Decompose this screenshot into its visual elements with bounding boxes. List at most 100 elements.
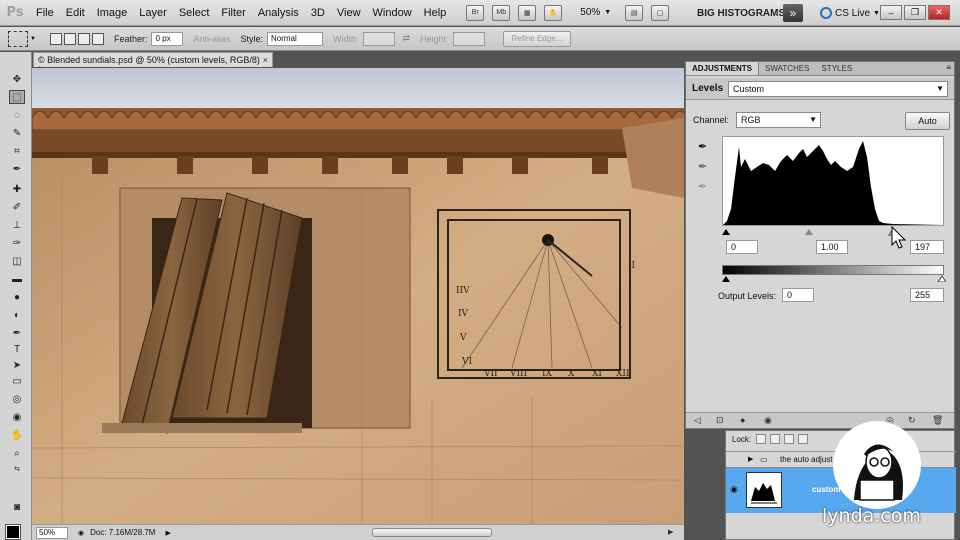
eyedropper-tool-icon[interactable]: ✒ [9,162,25,176]
path-select-tool-icon[interactable]: ➤ [9,358,25,372]
dodge-tool-icon[interactable]: ◐ [9,308,25,322]
menu-filter[interactable]: Filter [215,7,251,19]
visibility-eye-icon[interactable]: ◉ [764,415,778,427]
height-input[interactable] [452,31,485,46]
trash-icon[interactable]: 🗑 [932,415,946,427]
quick-select-tool-icon[interactable]: ✎ [9,126,25,140]
minimize-button[interactable]: ‒ [880,5,902,20]
visibility-eye-icon[interactable]: ◉ [730,484,738,495]
crop-tool-icon[interactable]: ⌗ [9,144,25,158]
svg-text:IV: IV [458,309,469,319]
menu-layer[interactable]: Layer [133,7,173,19]
new-selection-icon[interactable] [49,32,62,45]
3d-orbit-tool-icon[interactable]: ◉ [9,410,25,424]
arrange-documents-icon[interactable]: ▤ [625,4,644,21]
panel-menu-icon[interactable]: ≡ [946,63,951,72]
width-input[interactable] [362,31,395,46]
3d-rotate-tool-icon[interactable]: ◎ [9,392,25,406]
menu-help[interactable]: Help [418,7,453,19]
workspace-name[interactable]: BIG HISTOGRAMS [697,8,785,19]
hand-tool-icon[interactable]: ✋ [9,428,25,442]
eraser-tool-icon[interactable]: ◫ [9,254,25,268]
marquee-tool-icon[interactable]: ⬚ [9,90,25,104]
lasso-tool-icon[interactable]: ◌ [9,108,25,122]
menu-file[interactable]: File [30,7,60,19]
expand-arrow-icon[interactable]: ▶ [748,455,753,463]
add-selection-icon[interactable] [63,32,76,45]
close-tab-icon[interactable]: × [263,55,268,65]
screen-mode-icon[interactable]: ▢ [651,4,670,21]
menu-image[interactable]: Image [91,7,134,19]
menu-analysis[interactable]: Analysis [252,7,305,19]
menu-edit[interactable]: Edit [60,7,91,19]
foreground-color-swatch[interactable] [5,524,21,540]
scroll-right-icon[interactable]: ▶ [668,528,680,538]
pen-tool-icon[interactable]: ✒ [9,326,25,340]
zoom-tool-icon[interactable]: ⌕ [9,446,25,460]
swap-colors-icon[interactable]: ⇆ [9,462,25,476]
white-point-eyedropper-icon[interactable]: ✒ [698,180,712,194]
input-white-field[interactable]: 197 [910,240,944,254]
document-canvas[interactable]: VII VIII IX X XI XII IIV IV V VI II I [32,68,684,524]
input-levels-slider[interactable] [722,226,946,236]
antialias-checkbox[interactable]: Anti-alias [193,34,230,44]
menu-view[interactable]: View [331,7,367,19]
output-levels-slider[interactable] [722,274,946,282]
auto-button[interactable]: Auto [905,112,950,130]
menu-window[interactable]: Window [367,7,418,19]
move-tool-icon[interactable]: ✥ [9,72,25,86]
close-button[interactable]: ✕ [928,5,950,20]
menu-select[interactable]: Select [173,7,216,19]
subtract-selection-icon[interactable] [77,32,90,45]
blur-tool-icon[interactable]: ● [9,290,25,304]
brush-tool-icon[interactable]: ✐ [9,200,25,214]
zoom-level-select[interactable]: 50% [576,7,604,18]
lock-pixels-icon[interactable] [770,434,780,444]
input-gamma-field[interactable]: 1.00 [816,240,848,254]
healing-tool-icon[interactable]: ✚ [9,182,25,196]
black-point-eyedropper-icon[interactable]: ✒ [698,140,712,154]
style-select[interactable]: Normal [267,31,324,46]
extras-icon[interactable]: ▦ [518,4,537,21]
gradient-tool-icon[interactable]: ▬ [9,272,25,286]
cs-live-menu[interactable]: CS Live ▼ [820,7,880,19]
zoom-status-field[interactable]: 50% [36,526,68,539]
output-white-field[interactable]: 255 [910,288,944,302]
workspace-more-button[interactable]: » [783,4,803,22]
lock-position-icon[interactable] [784,434,794,444]
tab-adjustments[interactable]: ADJUSTMENTS [686,62,760,75]
back-arrow-icon[interactable]: ◁ [694,415,708,427]
svg-text:VII: VII [483,369,498,379]
tab-styles[interactable]: STYLES [815,62,858,75]
quick-mask-icon[interactable]: ◙ [9,500,25,514]
refine-edge-button[interactable]: Refine Edge... [502,30,572,47]
shape-tool-icon[interactable]: ▭ [9,374,25,388]
expand-view-icon[interactable]: ⊡ [716,415,730,427]
stamp-tool-icon[interactable]: ⊥ [9,218,25,232]
options-bar: ▼ Feather: 0 px Anti-alias Style: Normal… [0,27,960,51]
gray-point-eyedropper-icon[interactable]: ✒ [698,160,712,174]
horizontal-scrollbar[interactable] [372,528,492,537]
input-black-field[interactable]: 0 [726,240,758,254]
channel-select[interactable]: RGB ▼ [736,112,821,128]
document-tab[interactable]: © Blended sundials.psd @ 50% (custom lev… [33,52,273,75]
feather-input[interactable]: 0 px [151,31,184,46]
clip-to-layer-icon[interactable]: ● [740,415,754,427]
marquee-tool-preset-icon[interactable] [8,30,28,47]
mini-bridge-button[interactable]: Mb [492,4,511,21]
intersect-selection-icon[interactable] [91,32,104,45]
status-menu-arrow-icon[interactable]: ▶ [165,529,170,537]
hand-view-icon[interactable]: ✋ [544,4,563,21]
tab-swatches[interactable]: SWATCHES [759,62,815,75]
type-tool-icon[interactable]: T [9,342,25,356]
preset-select[interactable]: Custom ▼ [728,81,948,97]
maximize-button[interactable]: ❐ [904,5,926,20]
document-size-info[interactable]: Doc: 7.16M/28.7M [90,528,155,537]
swap-icon[interactable]: ⇄ [403,33,411,44]
lock-all-icon[interactable] [798,434,808,444]
lock-transparency-icon[interactable] [756,434,766,444]
history-brush-icon[interactable]: ✑ [9,236,25,250]
bridge-button[interactable]: Br [466,4,485,21]
menu-3d[interactable]: 3D [305,7,331,19]
output-black-field[interactable]: 0 [782,288,814,302]
